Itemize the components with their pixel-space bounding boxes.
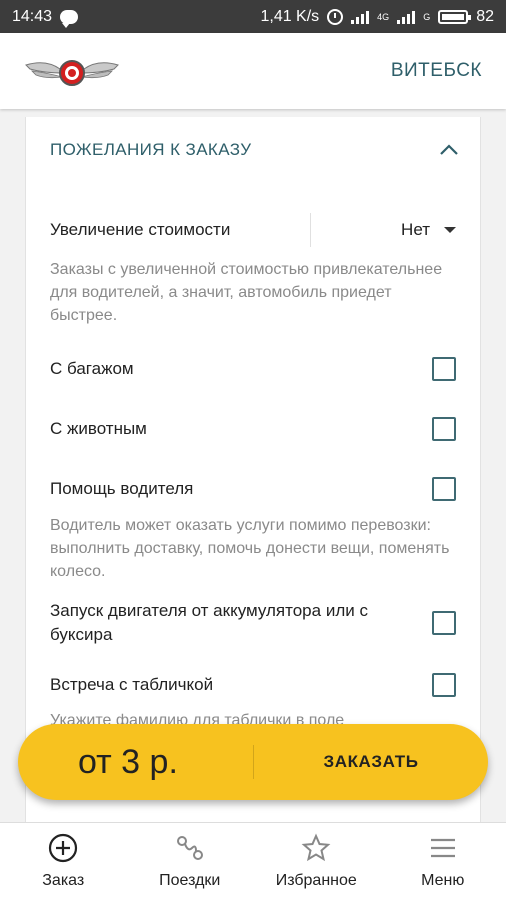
plus-circle-icon xyxy=(49,833,78,863)
option-label: Запуск двигателя от аккумулятора или с б… xyxy=(50,601,368,644)
luggage-checkbox[interactable] xyxy=(432,357,456,381)
city-selector[interactable]: ВИТЕБСК xyxy=(391,60,482,82)
network-speed: 1,41 K/s xyxy=(260,7,320,25)
chat-notification-icon xyxy=(60,9,79,28)
tab-label: Поездки xyxy=(159,872,221,889)
option-label: Встреча с табличкой xyxy=(50,675,214,694)
price-increase-hint: Заказы с увеличенной стоимостью привлека… xyxy=(50,261,443,324)
option-label: С багажом xyxy=(50,359,134,378)
battery-icon xyxy=(438,9,472,24)
tab-label: Избранное xyxy=(275,872,357,889)
menu-icon xyxy=(430,838,455,858)
section-title: ПОЖЕЛАНИЯ К ЗАКАЗУ xyxy=(50,140,252,159)
status-bar: 14:43 1,41 K/s 4G G 82 xyxy=(0,0,506,33)
pet-checkbox[interactable] xyxy=(432,417,456,441)
status-time: 14:43 xyxy=(12,7,53,25)
option-driver-help[interactable]: Помощь водителя xyxy=(50,477,456,501)
tab-menu[interactable]: Меню xyxy=(380,823,506,900)
tab-trips[interactable]: Поездки xyxy=(127,823,254,900)
tab-label: Заказ xyxy=(42,872,85,889)
price-increase-label: Увеличение стоимости xyxy=(50,220,231,239)
chevron-up-icon[interactable] xyxy=(438,139,460,161)
section-header[interactable]: ПОЖЕЛАНИЯ К ЗАКАЗУ xyxy=(50,139,460,161)
option-pet[interactable]: С животным xyxy=(50,417,456,441)
engine-start-checkbox[interactable] xyxy=(432,611,456,635)
tab-order[interactable]: Заказ xyxy=(0,823,127,900)
option-engine-start[interactable]: Запуск двигателя от аккумулятора или с б… xyxy=(50,599,456,647)
signal-icon-2 xyxy=(397,10,416,24)
tab-favorites[interactable]: Избранное xyxy=(253,823,380,900)
battery-level: 82 xyxy=(476,7,494,25)
tab-label: Меню xyxy=(421,872,465,889)
signal-icon xyxy=(351,10,370,24)
dropdown-caret-icon[interactable] xyxy=(444,227,456,233)
app-header: ВИТЕБСК xyxy=(0,33,506,109)
route-icon xyxy=(176,836,203,860)
order-button[interactable]: ЗАКАЗАТЬ xyxy=(254,752,488,772)
option-luggage[interactable]: С багажом xyxy=(50,357,456,381)
winged-logo-icon xyxy=(25,60,119,86)
network-type-2: G xyxy=(423,11,431,22)
order-price: от 3 р. xyxy=(78,742,178,781)
price-increase-row[interactable]: Увеличение стоимости Нет xyxy=(50,213,456,247)
row-divider xyxy=(310,213,312,247)
option-label: С животным xyxy=(50,419,147,438)
driver-help-checkbox[interactable] xyxy=(432,477,456,501)
bottom-navigation: Заказ Поездки Избранное Меню xyxy=(0,822,506,900)
order-bar: от 3 р. ЗАКАЗАТЬ xyxy=(18,724,488,800)
option-meeting-sign[interactable]: Встреча с табличкой xyxy=(50,673,456,697)
price-increase-value[interactable]: Нет xyxy=(401,220,430,240)
option-label: Помощь водителя xyxy=(50,479,194,498)
driver-help-hint: Водитель может оказать услуги помимо пер… xyxy=(50,517,450,580)
network-type-1: 4G xyxy=(377,11,390,22)
meeting-sign-checkbox[interactable] xyxy=(432,673,456,697)
star-icon xyxy=(301,833,331,862)
alarm-icon xyxy=(327,8,344,25)
